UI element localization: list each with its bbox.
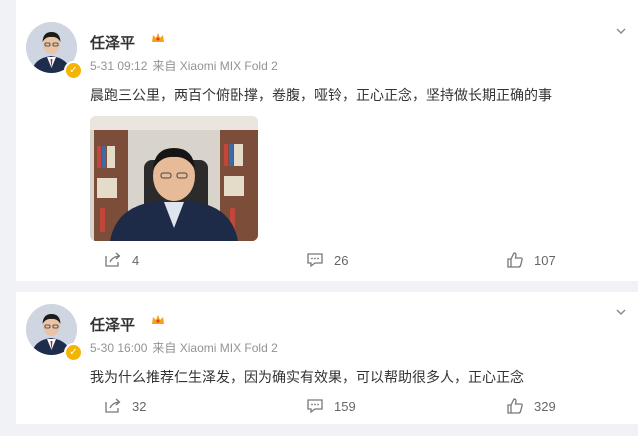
comment-button[interactable]: 26 — [306, 252, 348, 268]
post-actions: 32 159 329 — [16, 398, 638, 418]
post-text: 我为什么推荐仁生泽发，因为确实有效果，可以帮助很多人，正心正念 — [90, 369, 524, 385]
comment-icon — [307, 253, 323, 268]
post-text: 晨跑三公里，两百个俯卧撑，卷腹，哑铃，正心正念，坚持做长期正确的事 — [90, 87, 552, 103]
like-count: 107 — [534, 252, 556, 268]
post-date[interactable]: 5-31 09:12 — [90, 59, 147, 73]
chevron-down-icon[interactable] — [616, 304, 626, 315]
share-icon — [105, 398, 121, 413]
repost-count: 32 — [132, 398, 147, 414]
crown-icon[interactable] — [151, 314, 165, 329]
share-icon — [105, 252, 121, 267]
author-name[interactable]: 任泽平 — [90, 314, 135, 335]
like-icon — [507, 398, 523, 414]
like-icon — [507, 252, 523, 268]
verified-icon: ✓ — [64, 343, 83, 362]
author-name[interactable]: 任泽平 — [90, 32, 135, 53]
verified-icon: ✓ — [64, 61, 83, 80]
repost-button[interactable]: 32 — [104, 398, 146, 414]
post-card: ✓ 任泽平 5-31 09:12 来自 Xiaomi MIX Fold 2 晨跑三… — [16, 0, 638, 281]
post-source: 来自 Xiaomi MIX Fold 2 — [152, 341, 278, 355]
post-image[interactable] — [90, 116, 258, 241]
like-button[interactable]: 329 — [506, 398, 556, 414]
like-count: 329 — [534, 398, 556, 414]
post-date[interactable]: 5-30 16:00 — [90, 341, 147, 355]
comment-icon — [307, 399, 323, 414]
comment-button[interactable]: 159 — [306, 398, 356, 414]
post-meta: 5-30 16:00 来自 Xiaomi MIX Fold 2 — [90, 339, 283, 356]
repost-count: 4 — [132, 252, 140, 268]
post-actions: 4 26 107 — [16, 252, 638, 272]
comment-count: 26 — [334, 252, 349, 268]
repost-button[interactable]: 4 — [104, 252, 139, 268]
like-button[interactable]: 107 — [506, 252, 556, 268]
post-meta: 5-31 09:12 来自 Xiaomi MIX Fold 2 — [90, 57, 283, 74]
post-source: 来自 Xiaomi MIX Fold 2 — [152, 59, 278, 73]
crown-icon[interactable] — [151, 32, 165, 47]
post-card: ✓ 任泽平 5-30 16:00 来自 Xiaomi MIX Fold 2 我为什… — [16, 292, 638, 424]
comment-count: 159 — [334, 398, 356, 414]
chevron-down-icon[interactable] — [616, 23, 626, 34]
